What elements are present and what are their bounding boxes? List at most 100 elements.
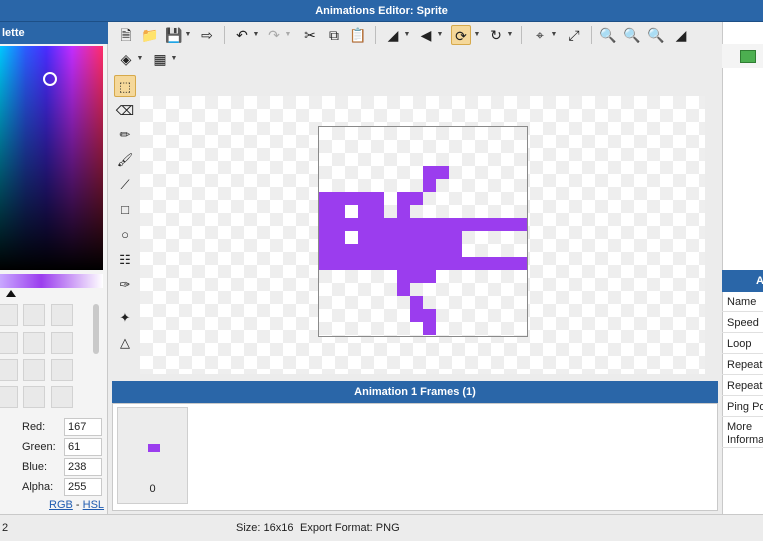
flip-horizontal-dropdown-icon[interactable]: ▼	[403, 25, 411, 45]
eyedropper-tool-icon[interactable]: ✑	[114, 274, 136, 296]
layers-dropdown-icon[interactable]: ▼	[136, 49, 144, 69]
sprite-pixel	[397, 270, 411, 284]
background-toggle-icon[interactable]: ◢	[671, 25, 691, 45]
save-icon[interactable]: 💾	[164, 25, 184, 45]
property-speed[interactable]: Speed	[722, 313, 763, 333]
transform-tool-icon[interactable]: △	[114, 332, 136, 354]
sprite-pixel	[436, 218, 450, 232]
hsl-mode-link[interactable]: HSL	[83, 499, 104, 511]
zoom-in-icon[interactable]: 🔍	[598, 25, 618, 45]
origin-tool-icon[interactable]: ✦	[114, 307, 136, 329]
sprite-pixel	[358, 192, 372, 206]
swatch[interactable]	[51, 332, 73, 354]
paste-icon[interactable]: 📋	[348, 25, 368, 45]
grid-icon[interactable]: ▦	[150, 49, 170, 69]
line-tool-icon[interactable]: ⟋	[114, 174, 136, 196]
brush-tool-icon[interactable]: 🖌	[114, 149, 136, 171]
palette-panel: lette Red: 167 Green: 61 Blue: 238 Alpha…	[0, 22, 108, 514]
status-left: 2	[2, 522, 9, 534]
cut-icon[interactable]: ✂	[300, 25, 320, 45]
swatch[interactable]	[23, 359, 45, 381]
property-repeat-2[interactable]: Repeat	[722, 376, 763, 396]
zoom-fit-icon[interactable]: 🔍	[646, 25, 666, 45]
flip-horizontal-icon[interactable]: ◢	[383, 25, 403, 45]
sprite-pixel	[332, 244, 346, 258]
swatch[interactable]	[51, 359, 73, 381]
sprite-pixel	[501, 257, 515, 271]
toolbar-divider	[375, 26, 376, 44]
sprite-pixel	[371, 231, 385, 245]
status-bar: 2 Size: 16x16 Export Format: PNG	[0, 514, 763, 541]
alpha-field[interactable]: 255	[64, 478, 102, 496]
swatch[interactable]	[0, 359, 18, 381]
red-field[interactable]: 167	[64, 418, 102, 436]
toolbar-divider	[521, 26, 522, 44]
sprite-pixel	[410, 218, 424, 232]
ellipse-tool-icon[interactable]: ○	[114, 224, 136, 246]
pencil-tool-icon[interactable]: ✏	[114, 124, 136, 146]
save-dropdown-icon[interactable]: ▼	[184, 25, 192, 45]
rgb-mode-link[interactable]: RGB	[49, 499, 73, 511]
hue-marker-icon[interactable]	[6, 290, 16, 297]
rectangle-tool-icon[interactable]: □	[114, 199, 136, 221]
sprite-pixel	[475, 218, 489, 232]
sprite-pixel	[423, 179, 437, 193]
crop-dropdown-icon[interactable]: ▼	[550, 25, 558, 45]
swatch[interactable]	[23, 332, 45, 354]
redo-dropdown-icon[interactable]: ▼	[284, 25, 292, 45]
swatch[interactable]	[0, 386, 18, 408]
sprite-pixel	[488, 257, 502, 271]
property-more-information[interactable]: More Informa	[722, 418, 763, 448]
sprite-pixel	[371, 257, 385, 271]
sprite-pixel	[397, 192, 411, 206]
green-field[interactable]: 61	[64, 438, 102, 456]
redo-icon[interactable]: ↷	[264, 25, 284, 45]
color-cursor[interactable]	[43, 72, 57, 86]
resize-icon[interactable]: ⤢	[564, 25, 584, 45]
property-loop[interactable]: Loop	[722, 334, 763, 354]
open-folder-icon[interactable]: 📁	[140, 25, 160, 45]
layers-icon[interactable]: ◈	[116, 49, 136, 69]
sprite-pixel	[384, 244, 398, 258]
export-icon[interactable]: ⇨	[197, 25, 217, 45]
rotate-icon-2[interactable]: ↻	[486, 25, 506, 45]
sprite-pixel	[423, 166, 437, 180]
swatch[interactable]	[23, 304, 45, 326]
add-animation-button[interactable]	[740, 50, 756, 63]
property-repeat[interactable]: Repeat	[722, 355, 763, 375]
sprite-pixel	[423, 270, 437, 284]
sprite-pixel	[371, 192, 385, 206]
grid-dropdown-icon[interactable]: ▼	[170, 49, 178, 69]
swatch[interactable]	[0, 304, 18, 326]
palette-header: lette	[0, 22, 108, 44]
property-ping-pong[interactable]: Ping Po	[722, 397, 763, 417]
undo-icon[interactable]: ↶	[232, 25, 252, 45]
swatch-scrollbar[interactable]	[93, 304, 99, 354]
flip-vertical-icon[interactable]: ◀	[416, 25, 436, 45]
blue-field[interactable]: 238	[64, 458, 102, 476]
selection-tool-icon[interactable]: ⬚	[114, 75, 136, 97]
sprite-pixel	[462, 218, 476, 232]
rotate-icon[interactable]: ⟳	[451, 25, 471, 45]
undo-dropdown-icon[interactable]: ▼	[252, 25, 260, 45]
crop-icon[interactable]: ⌖	[530, 25, 550, 45]
property-name[interactable]: Name	[722, 292, 763, 312]
hue-slider[interactable]	[0, 274, 103, 288]
sprite-pixel	[345, 192, 359, 206]
sprite-pixel	[410, 296, 424, 310]
fill-tool-icon[interactable]: ☷	[114, 249, 136, 271]
eraser-tool-icon[interactable]: ⌫	[114, 100, 136, 122]
rotate-2-dropdown-icon[interactable]: ▼	[506, 25, 514, 45]
swatch[interactable]	[0, 332, 18, 354]
new-file-icon[interactable]: 🗎	[116, 25, 136, 45]
frame-number: 0	[149, 483, 156, 495]
sprite-canvas[interactable]	[318, 126, 528, 337]
swatch[interactable]	[51, 386, 73, 408]
flip-vertical-dropdown-icon[interactable]: ▼	[436, 25, 444, 45]
rotate-dropdown-icon[interactable]: ▼	[473, 25, 481, 45]
swatch[interactable]	[51, 304, 73, 326]
copy-icon[interactable]: ⧉	[324, 25, 344, 45]
zoom-out-icon[interactable]: 🔍	[622, 25, 642, 45]
swatch[interactable]	[23, 386, 45, 408]
sprite-pixel	[397, 244, 411, 258]
